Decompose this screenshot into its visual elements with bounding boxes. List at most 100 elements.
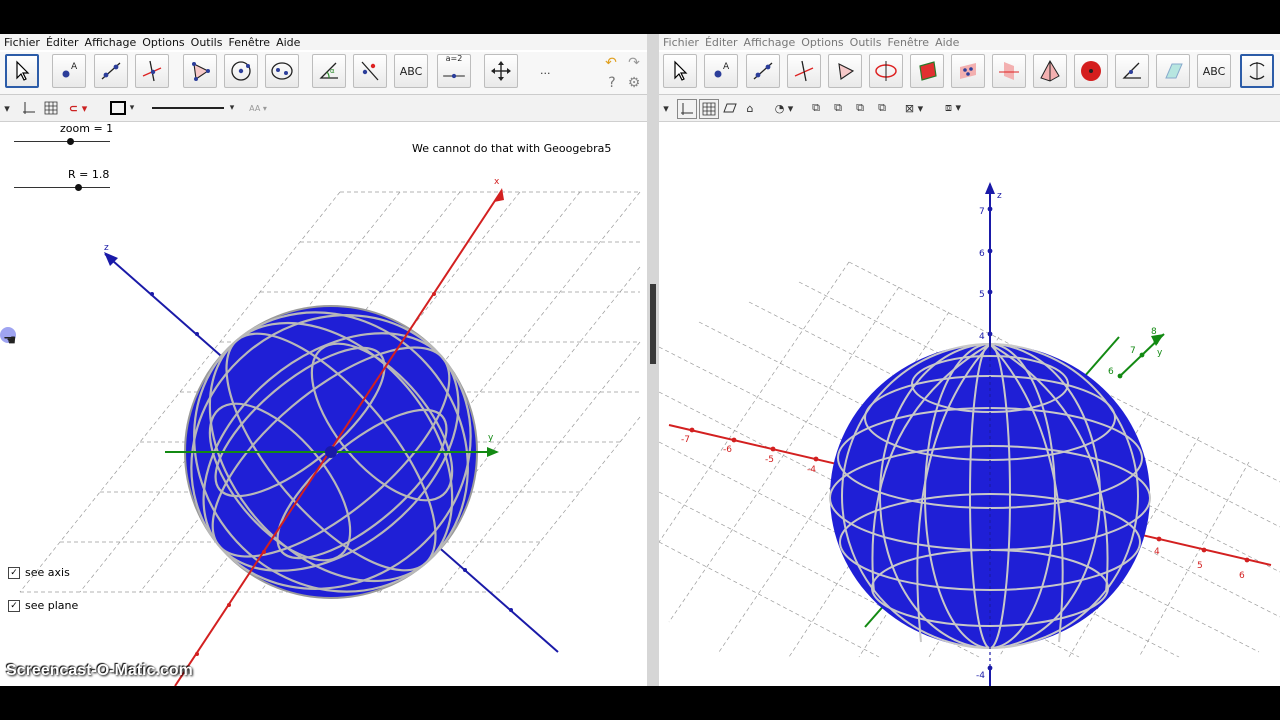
menu-fichier[interactable]: Fichier <box>3 36 41 49</box>
view-default-icon[interactable]: ⧉ <box>873 99 891 117</box>
see-axis-label: see axis <box>25 566 70 579</box>
redo-icon[interactable]: ↷ <box>625 54 643 72</box>
window-divider[interactable] <box>647 34 659 686</box>
more-tools-button[interactable]: ... <box>540 64 551 77</box>
left-stylebar: ▾ ⊂ ▾ ▾ ▾ AA ▾ <box>0 95 647 122</box>
text-tool-button[interactable]: ABC <box>1197 54 1231 88</box>
line-tool-button[interactable] <box>94 54 128 88</box>
rotate-view-tool-button[interactable] <box>1240 54 1274 88</box>
rotate-view-dropdown-icon[interactable]: ◔ ▾ <box>769 99 799 117</box>
menu-affichage[interactable]: Affichage <box>84 36 138 49</box>
point-capture-icon[interactable]: ⊂ ▾ <box>64 99 92 117</box>
stylebar-toggle-icon[interactable]: ▾ <box>2 99 12 117</box>
divider-grip[interactable] <box>650 284 656 364</box>
origin-point[interactable] <box>325 446 337 458</box>
net-tool-button[interactable] <box>1156 54 1190 88</box>
zoom-slider-track[interactable] <box>14 141 110 142</box>
z-axis-arrow-icon <box>985 182 995 194</box>
menu-aide[interactable]: Aide <box>275 36 301 49</box>
plane-tool-button[interactable] <box>951 54 985 88</box>
clipping-dropdown-icon[interactable]: ⊠ ▾ <box>899 99 929 117</box>
menu-editer[interactable]: Éditer <box>45 36 80 49</box>
plane-toggle-icon[interactable] <box>721 99 739 117</box>
undo-icon[interactable]: ↶ <box>602 54 620 72</box>
angle-icon: α <box>319 62 338 79</box>
x-tick-label: 5 <box>1197 561 1203 571</box>
right-menubar: Fichier Éditer Affichage Options Outils … <box>659 34 1280 50</box>
sphere-tool-button[interactable] <box>1074 54 1108 88</box>
grid-toggle-icon[interactable] <box>699 99 719 119</box>
color-picker-button[interactable]: ▾ <box>106 99 138 117</box>
z-tick-label: 4 <box>979 332 985 342</box>
point-tool-button[interactable]: A <box>704 54 738 88</box>
sphere-icon <box>1081 61 1101 81</box>
polygon-tool-button[interactable] <box>183 54 217 88</box>
right-graphics-view[interactable]: -7 -6 -5 -4 4 5 6 6 7 8 y z 7 6 5 4 -4 <box>659 122 1280 686</box>
view-front-icon[interactable]: ⧉ <box>807 99 825 117</box>
grid-toggle-icon[interactable] <box>42 99 60 117</box>
menu-outils[interactable]: Outils <box>849 36 883 49</box>
radius-slider-handle[interactable] <box>75 184 82 191</box>
point-tool-button[interactable]: A <box>52 54 86 88</box>
menu-fenetre[interactable]: Fenêtre <box>886 36 930 49</box>
projection-dropdown-icon[interactable]: ⧈ ▾ <box>937 99 969 117</box>
perpendicular-line-tool-button[interactable] <box>787 54 821 88</box>
menu-outils[interactable]: Outils <box>190 36 224 49</box>
net-icon <box>1165 63 1183 79</box>
label-style-button[interactable]: AA ▾ <box>244 99 272 117</box>
line-style-button[interactable]: ▾ <box>148 99 238 117</box>
menu-affichage[interactable]: Affichage <box>743 36 797 49</box>
pyramid-tool-button[interactable] <box>1033 54 1067 88</box>
angle-tool-button[interactable]: α <box>312 54 346 88</box>
right-y-tick-labels: 6 7 8 y <box>1108 327 1163 377</box>
polygon-tool-button[interactable] <box>828 54 862 88</box>
menu-options[interactable]: Options <box>800 36 844 49</box>
circle-tool-button[interactable] <box>224 54 258 88</box>
axes-toggle-icon[interactable] <box>20 99 38 117</box>
radius-slider-track[interactable] <box>14 187 110 188</box>
x-tick-label: 6 <box>1239 571 1245 581</box>
line-icon <box>101 62 121 80</box>
see-plane-checkmark-icon: ✓ <box>8 599 20 612</box>
x-tick-label: -6 <box>723 445 732 455</box>
slider-tool-button[interactable]: a=2 <box>437 54 471 88</box>
zoom-slider-handle[interactable] <box>67 138 74 145</box>
axes-toggle-icon[interactable] <box>677 99 697 119</box>
gear-icon[interactable]: ⚙ <box>625 74 643 92</box>
slider-tool-label: a=2 <box>445 53 463 63</box>
perpendicular-line-tool-button[interactable] <box>135 54 169 88</box>
help-icon[interactable]: ? <box>603 74 621 92</box>
conic-tool-button[interactable] <box>265 54 299 88</box>
see-plane-checkbox[interactable]: ✓ see plane <box>8 599 78 612</box>
see-axis-checkbox[interactable]: ✓ see axis <box>8 566 70 579</box>
text-tool-button[interactable]: ABC <box>394 54 428 88</box>
home-icon[interactable]: ⌂ <box>741 99 759 117</box>
see-plane-label: see plane <box>25 599 79 612</box>
menu-fenetre[interactable]: Fenêtre <box>227 36 271 49</box>
triangle-icon <box>192 62 210 81</box>
pyramid-icon <box>1040 59 1060 82</box>
menu-editer[interactable]: Éditer <box>704 36 739 49</box>
left-x-axis-label: x <box>494 177 500 187</box>
line-tool-button[interactable] <box>746 54 780 88</box>
plane-through-points-tool-button[interactable] <box>910 54 944 88</box>
cursor-arrow-icon <box>16 60 30 81</box>
menu-options[interactable]: Options <box>141 36 185 49</box>
stylebar-toggle-icon[interactable]: ▾ <box>661 99 671 117</box>
rotate-around-line-tool-button[interactable] <box>1115 54 1149 88</box>
left-graphics-view[interactable]: z y x zoom = 1 R = 1.8 We cannot do that… <box>0 122 647 686</box>
menu-aide[interactable]: Aide <box>934 36 960 49</box>
text-tool-label: ABC <box>399 64 423 78</box>
menu-fichier[interactable]: Fichier <box>662 36 700 49</box>
reflect-icon <box>361 61 379 81</box>
view-top-icon[interactable]: ⧉ <box>829 99 847 117</box>
view-side-icon[interactable]: ⧉ <box>851 99 869 117</box>
intersect-curve-tool-button[interactable] <box>869 54 903 88</box>
right-stylebar: ▾ ⌂ ◔ ▾ ⧉ ⧉ ⧉ ⧉ ⊠ ▾ ⧈ ▾ <box>659 95 1280 122</box>
move-tool-button[interactable] <box>5 54 39 88</box>
move-tool-button[interactable] <box>663 54 697 88</box>
move-graphics-view-button[interactable] <box>484 54 518 88</box>
reflect-tool-button[interactable] <box>353 54 387 88</box>
svg-text:A: A <box>71 62 78 72</box>
perpendicular-plane-tool-button[interactable] <box>992 54 1026 88</box>
